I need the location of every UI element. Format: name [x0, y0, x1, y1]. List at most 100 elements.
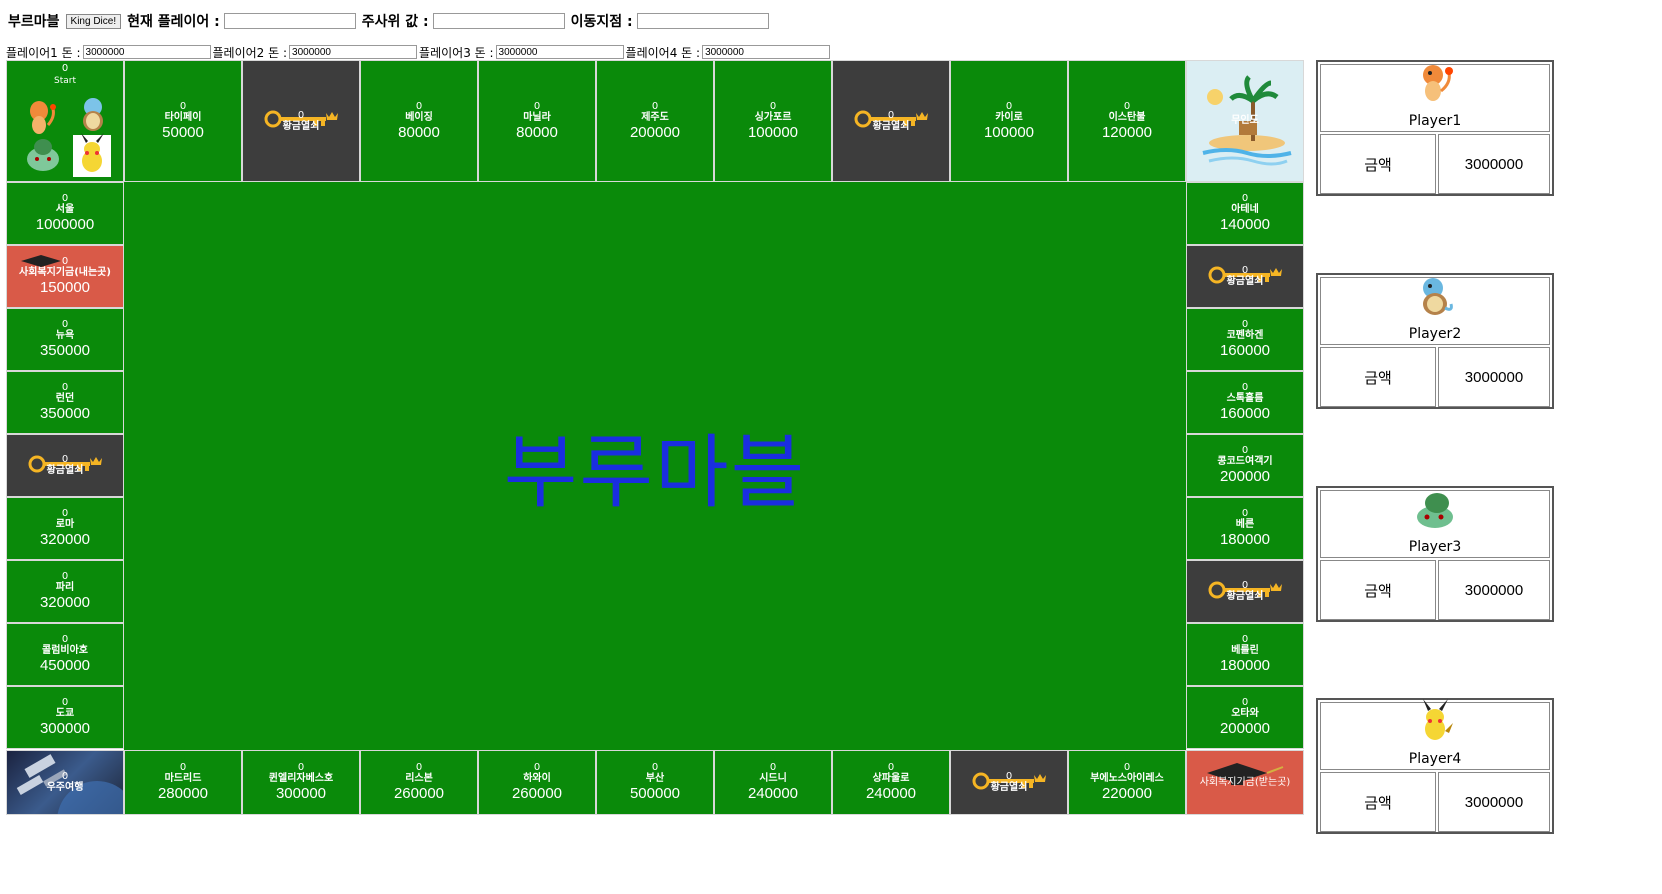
- cell-name: 이스탄불: [1108, 111, 1146, 123]
- player-header: Player4: [1320, 699, 1550, 770]
- money-value: 3000000: [1438, 560, 1550, 620]
- cell-name: 로마: [55, 519, 75, 530]
- cell-owner: 0: [533, 100, 541, 112]
- city-cell[interactable]: 0 마드리드 280000: [124, 750, 242, 815]
- money-label: 금액: [1320, 134, 1436, 194]
- cell-owner: 0: [1241, 580, 1249, 591]
- city-cell[interactable]: 0 뉴욕 350000: [6, 308, 124, 371]
- city-cell[interactable]: 0 콩코드여객기 200000: [1186, 434, 1304, 497]
- cell-owner: 0: [179, 762, 187, 773]
- king-dice-button[interactable]: King Dice!: [65, 13, 122, 29]
- city-cell[interactable]: 0 부산 500000: [596, 750, 714, 815]
- cell-name: 오타와: [1231, 708, 1259, 719]
- cell-name: 아테네: [1231, 204, 1259, 215]
- golden-key-cell[interactable]: 0 황금열쇠: [242, 60, 360, 182]
- golden-key-cell[interactable]: 0 황금열쇠: [6, 434, 124, 497]
- city-cell[interactable]: 0 베이징 80000: [360, 60, 478, 182]
- cell-name: 런던: [55, 393, 75, 404]
- cell-name: 마드리드: [164, 773, 202, 784]
- city-cell[interactable]: 0 스톡홀름 160000: [1186, 371, 1304, 434]
- golden-key-cell[interactable]: 0 황금열쇠: [1186, 560, 1304, 623]
- cell-name: 콩코드여객기: [1217, 456, 1273, 467]
- player-name: Player3: [1408, 539, 1462, 555]
- squirtle-token-icon: [83, 98, 103, 131]
- cell-owner: 0: [1241, 634, 1249, 645]
- cell-name: 상파울로: [872, 773, 910, 784]
- city-cell[interactable]: 0 베를린 180000: [1186, 623, 1304, 686]
- cell-price: 220000: [1101, 785, 1153, 802]
- start-cell[interactable]: 0 Start: [6, 60, 124, 182]
- golden-key-cell[interactable]: 0 황금열쇠: [1186, 245, 1304, 308]
- player-panel-1: Player1 금액 3000000: [1316, 60, 1554, 196]
- money-label: 금액: [1320, 772, 1436, 832]
- cell-owner: 0: [61, 571, 69, 582]
- cell-price: 300000: [275, 785, 327, 802]
- player2-money-field[interactable]: [289, 45, 418, 59]
- cell-name: 베를린: [1231, 645, 1259, 656]
- city-cell[interactable]: 0 이스탄불 120000: [1068, 60, 1186, 182]
- welfare-take-cell[interactable]: 사회복지기금(받는곳): [1186, 750, 1304, 815]
- player3-money-field[interactable]: [495, 45, 624, 59]
- dice-value-field[interactable]: [432, 13, 565, 29]
- space-travel-cell[interactable]: 0 우주여행: [6, 750, 124, 815]
- city-cell[interactable]: 0 런던 350000: [6, 371, 124, 434]
- player-header: Player3: [1320, 490, 1550, 558]
- cell-price: 450000: [39, 657, 91, 674]
- cell-name: 코펜하겐: [1226, 330, 1264, 341]
- city-cell[interactable]: 0 서울 1000000: [6, 182, 124, 245]
- move-target-field[interactable]: [636, 13, 769, 29]
- player2-money-label: 플레이어2 돈 :: [212, 45, 288, 60]
- board-title: 부루마블: [503, 426, 807, 519]
- city-cell[interactable]: 0 타이페이 50000: [124, 60, 242, 182]
- current-player-label: 현재 플레이어 :: [127, 14, 220, 30]
- cell-name: 타이페이: [164, 111, 202, 123]
- cell-owner: 0: [651, 762, 659, 773]
- cell-price: 280000: [157, 785, 209, 802]
- city-cell[interactable]: 0 코펜하겐 160000: [1186, 308, 1304, 371]
- cell-owner: 0: [1241, 265, 1249, 276]
- city-cell[interactable]: 0 마닐라 80000: [478, 60, 596, 182]
- cell-name: 하와이: [523, 773, 551, 784]
- city-cell[interactable]: 0 제주도 200000: [596, 60, 714, 182]
- golden-key-cell[interactable]: 0 황금열쇠: [950, 750, 1068, 815]
- city-cell[interactable]: 0 부에노스아이레스 220000: [1068, 750, 1186, 815]
- city-cell[interactable]: 0 로마 320000: [6, 497, 124, 560]
- city-cell[interactable]: 0 아테네 140000: [1186, 182, 1304, 245]
- cell-name: 황금열쇠: [1226, 591, 1264, 602]
- city-cell[interactable]: 0 시드니 240000: [714, 750, 832, 815]
- cell-owner: 0: [1241, 508, 1249, 519]
- cell-price: 260000: [511, 785, 563, 802]
- welfare-give-cell[interactable]: 0 사회복지기금(내는곳) 150000: [6, 245, 124, 308]
- cell-owner: 0: [297, 762, 305, 773]
- player-panel-4: Player4 금액 3000000: [1316, 698, 1554, 834]
- city-cell[interactable]: 0 하와이 260000: [478, 750, 596, 815]
- space-label: 우주여행: [46, 782, 84, 793]
- cell-owner: 0: [1005, 771, 1013, 782]
- city-cell[interactable]: 0 콜럼비아호 450000: [6, 623, 124, 686]
- cell-name: 시드니: [759, 773, 787, 784]
- city-cell[interactable]: 0 오타와 200000: [1186, 686, 1304, 749]
- city-cell[interactable]: 0 리스본 260000: [360, 750, 478, 815]
- golden-key-cell[interactable]: 0 황금열쇠: [832, 60, 950, 182]
- city-cell[interactable]: 0 싱가포르 100000: [714, 60, 832, 182]
- city-cell[interactable]: 0 파리 320000: [6, 560, 124, 623]
- cell-price: 200000: [1219, 720, 1271, 737]
- cell-price: 240000: [865, 785, 917, 802]
- city-cell[interactable]: 0 카이로 100000: [950, 60, 1068, 182]
- cell-price: 240000: [747, 785, 799, 802]
- player1-money-field[interactable]: [82, 45, 211, 59]
- city-cell[interactable]: 0 퀸엘리자베스호 300000: [242, 750, 360, 815]
- city-cell[interactable]: 0 도쿄 300000: [6, 686, 124, 749]
- city-cell[interactable]: 0 상파울로 240000: [832, 750, 950, 815]
- city-cell[interactable]: 0 베른 180000: [1186, 497, 1304, 560]
- player-header: Player2: [1320, 277, 1550, 345]
- player4-money-field[interactable]: [702, 45, 831, 59]
- cell-name: 황금열쇠: [282, 120, 320, 132]
- current-player-field[interactable]: [223, 13, 356, 29]
- island-cell[interactable]: 무인도: [1186, 60, 1304, 182]
- player-header: Player1: [1320, 64, 1550, 132]
- cell-name: 황금열쇠: [1226, 276, 1264, 287]
- cell-owner: 0: [1241, 382, 1249, 393]
- cell-name: 황금열쇠: [872, 120, 910, 132]
- cell-price: 120000: [1101, 123, 1153, 141]
